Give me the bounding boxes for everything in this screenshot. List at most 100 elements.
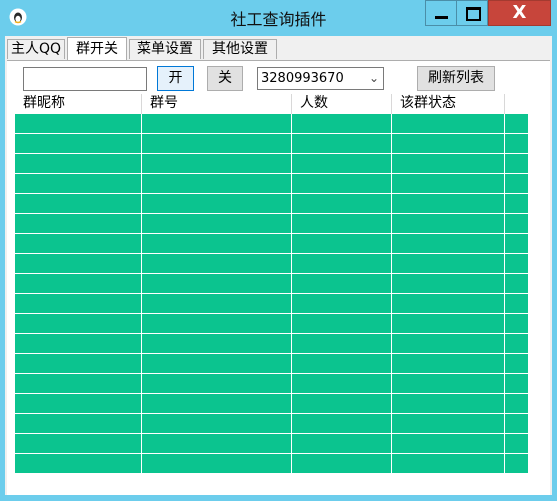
- table-cell-filler: [505, 174, 528, 194]
- table-cell: [142, 214, 292, 234]
- table-cell-filler: [505, 194, 528, 214]
- table-cell: [142, 314, 292, 334]
- table-cell: [392, 294, 505, 314]
- tab-other-settings[interactable]: 其他设置: [203, 39, 277, 59]
- table-cell-filler: [505, 214, 528, 234]
- table-cell: [292, 314, 392, 334]
- table-cell: [292, 214, 392, 234]
- table-cell: [392, 414, 505, 434]
- table-row[interactable]: [15, 194, 528, 214]
- table-row[interactable]: [15, 174, 528, 194]
- table-cell: [142, 434, 292, 454]
- table-cell: [142, 254, 292, 274]
- table-cell: [292, 154, 392, 174]
- group-switch-panel: 开 关 3280993670 ⌄ 刷新列表 群昵称 群号 人数 该群状态: [7, 61, 550, 495]
- table-cell: [392, 434, 505, 454]
- table-cell: [292, 194, 392, 214]
- table-cell: [392, 354, 505, 374]
- table-row[interactable]: [15, 434, 528, 454]
- table-cell-filler: [505, 414, 528, 434]
- enable-button[interactable]: 开: [157, 66, 194, 91]
- table-cell: [292, 354, 392, 374]
- table-cell-filler: [505, 294, 528, 314]
- column-header-members[interactable]: 人数: [292, 94, 392, 114]
- table-row[interactable]: [15, 214, 528, 234]
- table-cell: [15, 434, 142, 454]
- tab-menu-settings[interactable]: 菜单设置: [129, 39, 201, 59]
- list-header: 群昵称 群号 人数 该群状态: [15, 94, 528, 114]
- tab-group-switch[interactable]: 群开关: [67, 37, 127, 61]
- table-cell: [15, 294, 142, 314]
- table-cell: [15, 354, 142, 374]
- disable-button[interactable]: 关: [207, 66, 243, 91]
- table-cell: [142, 374, 292, 394]
- table-row[interactable]: [15, 314, 528, 334]
- table-cell-filler: [505, 354, 528, 374]
- table-cell: [392, 154, 505, 174]
- column-header-group-id[interactable]: 群号: [142, 94, 292, 114]
- table-row[interactable]: [15, 454, 528, 474]
- group-list[interactable]: 群昵称 群号 人数 该群状态: [15, 94, 528, 482]
- table-cell: [292, 414, 392, 434]
- table-cell-filler: [505, 314, 528, 334]
- table-row[interactable]: [15, 254, 528, 274]
- table-row[interactable]: [15, 294, 528, 314]
- table-row[interactable]: [15, 394, 528, 414]
- table-cell: [392, 334, 505, 354]
- table-row[interactable]: [15, 374, 528, 394]
- table-cell: [15, 114, 142, 134]
- table-cell: [292, 114, 392, 134]
- table-cell: [292, 254, 392, 274]
- maximize-button[interactable]: [456, 0, 488, 26]
- table-cell: [392, 374, 505, 394]
- table-cell: [392, 174, 505, 194]
- table-row[interactable]: [15, 134, 528, 154]
- table-cell: [392, 194, 505, 214]
- title-bar[interactable]: 社工查询插件 X: [0, 0, 557, 36]
- close-button[interactable]: X: [488, 0, 551, 26]
- table-cell: [142, 334, 292, 354]
- table-row[interactable]: [15, 114, 528, 134]
- table-row[interactable]: [15, 234, 528, 254]
- account-select-value: 3280993670: [261, 71, 344, 86]
- table-cell: [142, 394, 292, 414]
- table-cell: [15, 274, 142, 294]
- refresh-list-button[interactable]: 刷新列表: [417, 66, 495, 91]
- table-cell: [392, 254, 505, 274]
- chevron-down-icon: ⌄: [368, 71, 379, 85]
- table-cell: [142, 274, 292, 294]
- table-cell: [15, 334, 142, 354]
- client-area: 主人QQ 群开关 菜单设置 其他设置 开 关 3280993670 ⌄ 刷新列表…: [5, 36, 552, 495]
- table-cell: [15, 174, 142, 194]
- table-cell: [142, 134, 292, 154]
- table-row[interactable]: [15, 354, 528, 374]
- table-cell: [142, 154, 292, 174]
- table-cell: [142, 294, 292, 314]
- table-row[interactable]: [15, 274, 528, 294]
- tab-owner-qq[interactable]: 主人QQ: [7, 39, 65, 59]
- minimize-button[interactable]: [425, 0, 456, 26]
- table-cell: [142, 174, 292, 194]
- table-cell: [392, 134, 505, 154]
- table-cell-filler: [505, 394, 528, 414]
- table-cell: [142, 354, 292, 374]
- table-cell: [392, 314, 505, 334]
- column-header-status[interactable]: 该群状态: [392, 94, 505, 114]
- group-search-input[interactable]: [23, 67, 147, 91]
- table-cell: [392, 214, 505, 234]
- table-cell-filler: [505, 234, 528, 254]
- account-select[interactable]: 3280993670 ⌄: [257, 67, 384, 90]
- table-cell: [15, 394, 142, 414]
- table-cell: [292, 294, 392, 314]
- table-row[interactable]: [15, 334, 528, 354]
- table-row[interactable]: [15, 414, 528, 434]
- table-cell: [142, 414, 292, 434]
- table-cell: [15, 194, 142, 214]
- table-cell-filler: [505, 334, 528, 354]
- table-cell: [292, 434, 392, 454]
- table-cell-filler: [505, 374, 528, 394]
- table-cell-filler: [505, 134, 528, 154]
- table-cell: [15, 134, 142, 154]
- column-header-nickname[interactable]: 群昵称: [15, 94, 142, 114]
- table-row[interactable]: [15, 154, 528, 174]
